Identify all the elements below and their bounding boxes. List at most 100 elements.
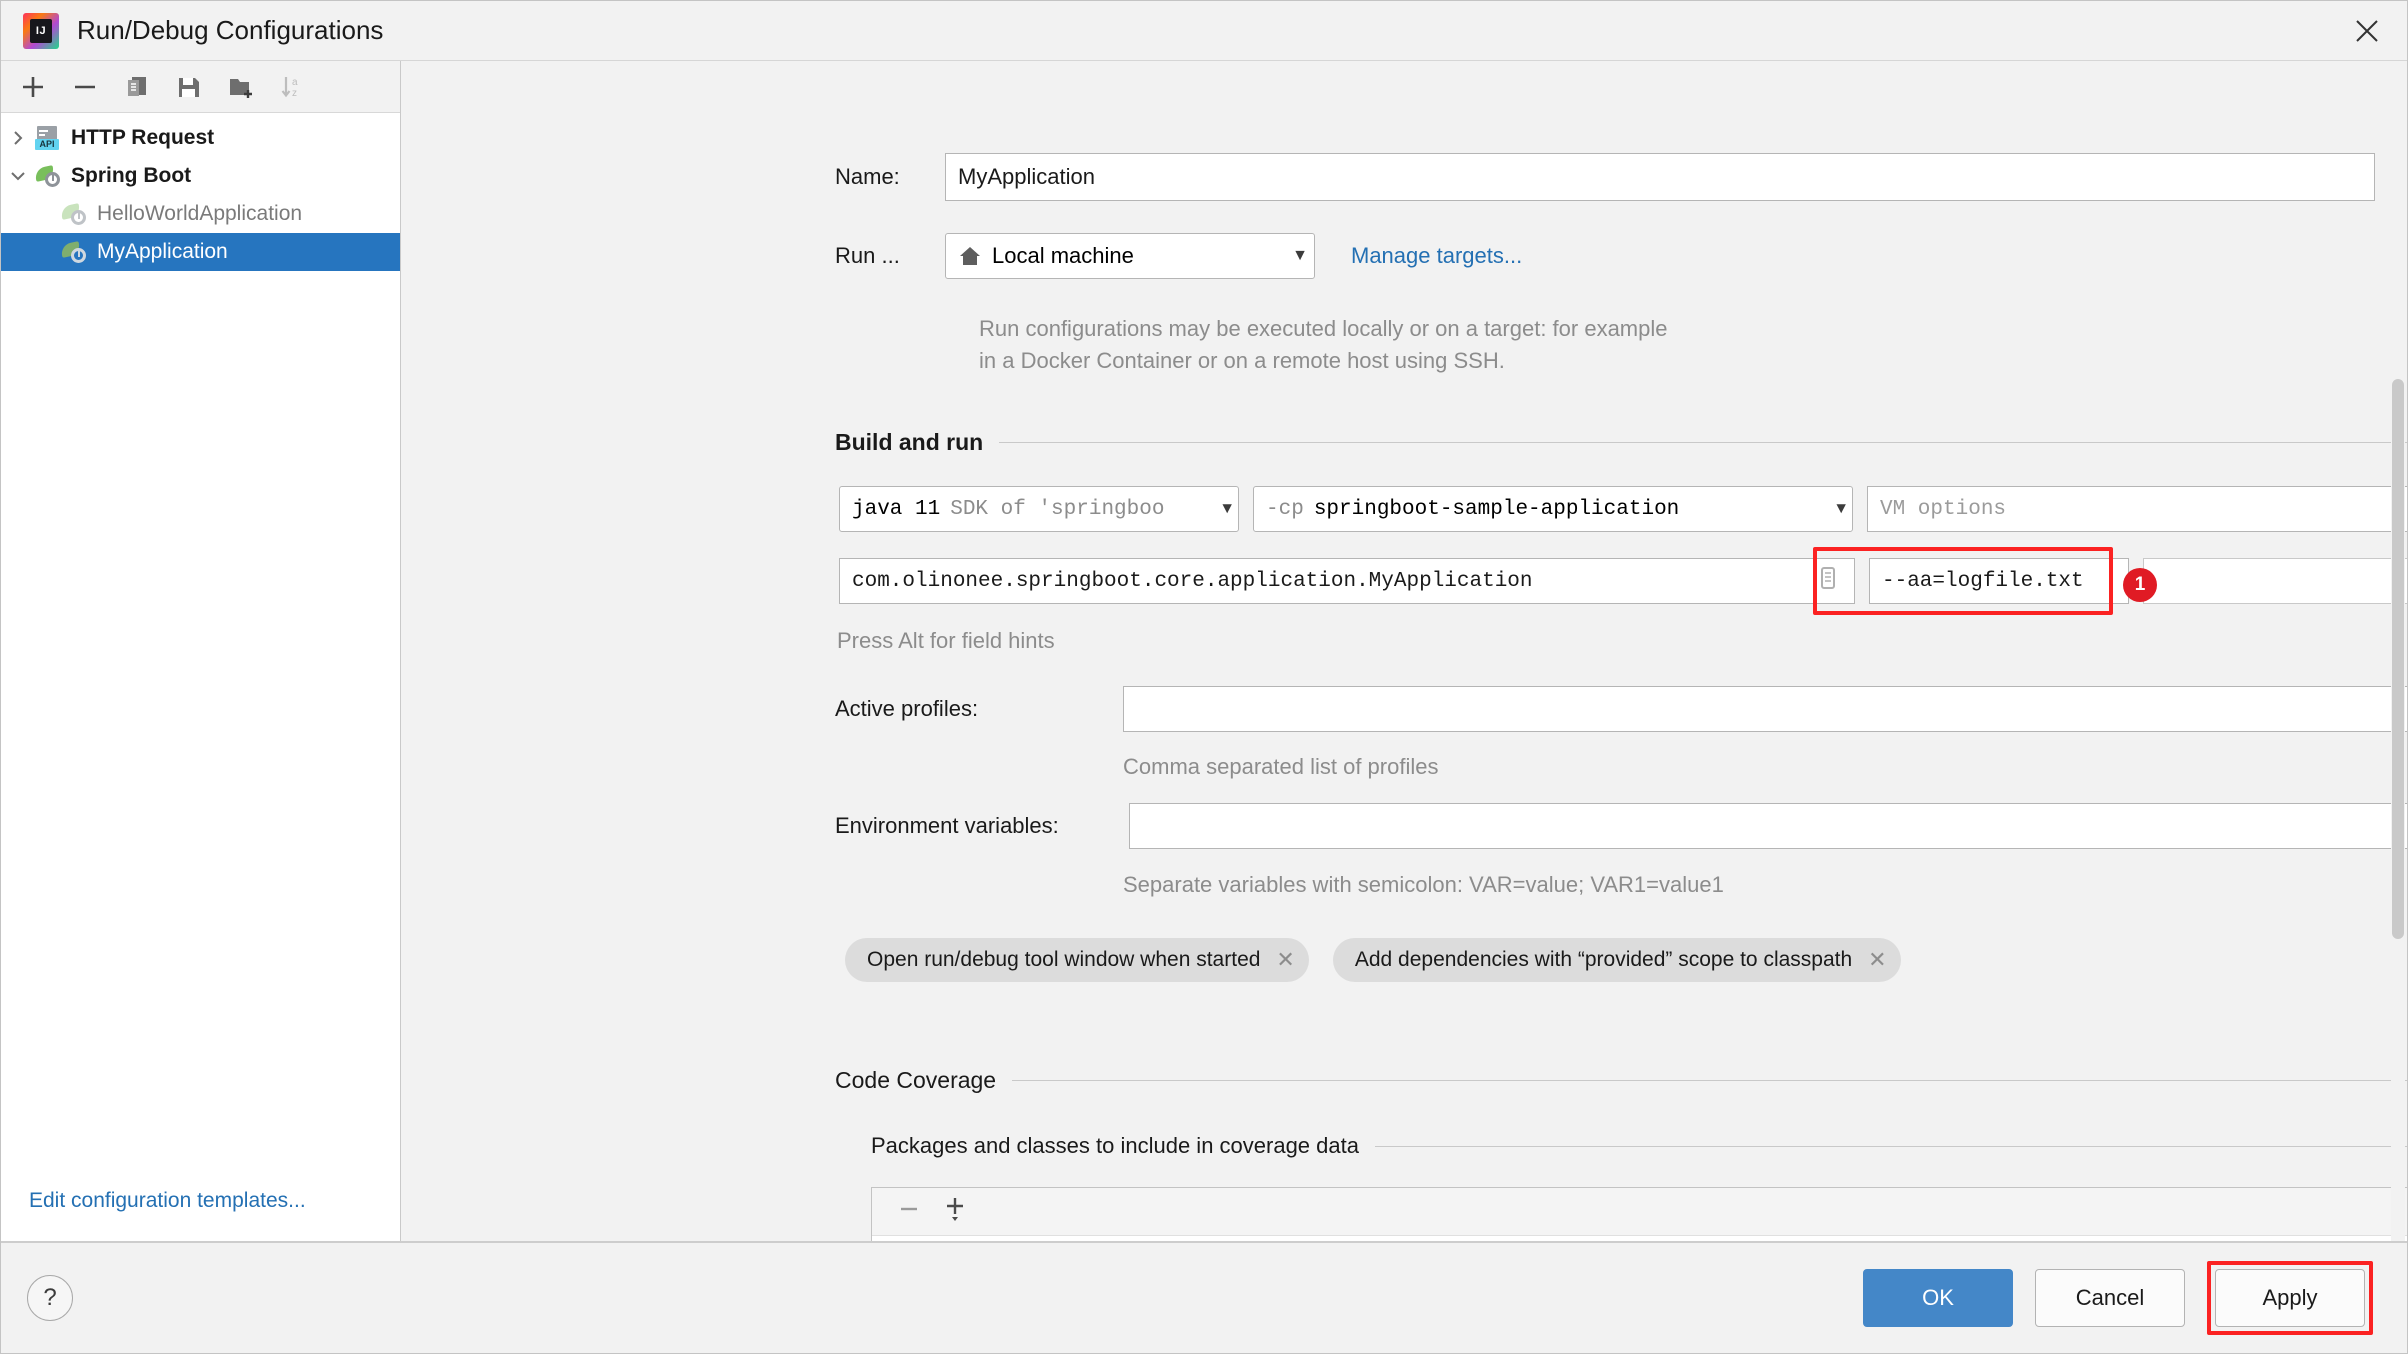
tree-item-label: HTTP Request: [71, 126, 215, 149]
run-debug-configurations-dialog: IJ Run/Debug Configurations a z API HTTP…: [0, 0, 2408, 1354]
remove-package-button[interactable]: [896, 1196, 922, 1227]
dialog-title: Run/Debug Configurations: [77, 15, 384, 45]
save-configuration-button[interactable]: [171, 69, 207, 105]
jdk-secondary-label: SDK of 'springboot': [950, 497, 1165, 521]
close-small-icon[interactable]: ✕: [1868, 947, 1886, 973]
name-row: Name: MyApplication: [835, 153, 2407, 201]
run-label: Run ...: [835, 243, 900, 268]
section-divider: [1374, 1145, 2407, 1147]
jdk-main-label: java 11: [852, 497, 941, 521]
environment-variables-row: Environment variables:: [835, 803, 2407, 849]
section-divider: [1012, 1080, 2407, 1081]
detail-scrollbar[interactable]: [2391, 61, 2405, 1241]
run-target-combo[interactable]: Local machine ▼: [945, 233, 1315, 279]
sort-alphabetically-button[interactable]: a z: [275, 69, 311, 105]
classpath-value: springboot-sample-application: [1313, 497, 1680, 521]
options-chips: Open run/debug tool window when started …: [845, 938, 1901, 982]
detail-scroll-area: Name: MyApplication Store as project fil…: [401, 61, 2407, 1241]
browse-class-icon[interactable]: [1818, 566, 1838, 597]
tree-item-myapplication[interactable]: MyApplication: [1, 233, 400, 271]
edit-configuration-templates-link[interactable]: Edit configuration templates...: [29, 1189, 306, 1212]
tree-item-label: MyApplication: [97, 240, 228, 263]
chip-open-run-debug-tool-window[interactable]: Open run/debug tool window when started …: [845, 938, 1309, 982]
chevron-down-icon[interactable]: ▼: [1282, 248, 1308, 264]
chip-add-provided-scope-dependencies[interactable]: Add dependencies with “provided” scope t…: [1332, 938, 1901, 982]
coverage-subsection-header: Packages and classes to include in cover…: [871, 1133, 2407, 1159]
run-target-hint-line-1: Run configurations may be executed local…: [979, 316, 1668, 341]
configuration-tree: API HTTP Request Spring Boot HelloWorldA…: [1, 113, 400, 1189]
main-class-input[interactable]: com.olinonee.springboot.core.application…: [839, 558, 1855, 604]
spring-icon: [59, 202, 89, 226]
title-bar: IJ Run/Debug Configurations: [1, 1, 2407, 61]
manage-targets-link[interactable]: Manage targets...: [1351, 243, 1522, 269]
sidebar-footer: Edit configuration templates...: [1, 1189, 400, 1241]
add-configuration-button[interactable]: [15, 69, 51, 105]
cancel-button[interactable]: Cancel: [2035, 1269, 2185, 1327]
program-arguments-input[interactable]: --aa=logfile.txt: [1869, 558, 2129, 604]
close-icon[interactable]: [2345, 9, 2389, 53]
run-target-hint: Run configurations may be executed local…: [979, 313, 1668, 377]
tree-item-helloworldapplication[interactable]: HelloWorldApplication: [1, 195, 400, 233]
coverage-subsection-title: Packages and classes to include in cover…: [871, 1133, 1359, 1158]
spring-icon: [33, 164, 63, 188]
copy-configuration-button[interactable]: [119, 69, 155, 105]
close-small-icon[interactable]: ✕: [1276, 947, 1294, 973]
sidebar-toolbar: a z: [1, 61, 400, 113]
vm-options-input[interactable]: VM options: [1867, 486, 2407, 532]
svg-text:z: z: [292, 88, 297, 99]
move-into-folder-button[interactable]: [223, 69, 259, 105]
tree-item-spring-boot[interactable]: Spring Boot: [1, 157, 400, 195]
active-profiles-input[interactable]: [1123, 686, 2407, 732]
configuration-detail-pane: Name: MyApplication Store as project fil…: [401, 61, 2407, 1241]
chip-label: Add dependencies with “provided” scope t…: [1354, 948, 1853, 971]
chevron-down-icon[interactable]: ▼: [1826, 501, 1846, 517]
build-and-run-header: Build and run Modify options ⌄ Alt+M: [835, 429, 2407, 456]
tree-item-label: Spring Boot: [71, 164, 192, 187]
apply-button[interactable]: Apply: [2215, 1269, 2365, 1327]
environment-variables-hint: Separate variables with semicolon: VAR=v…: [1123, 872, 1724, 897]
configurations-sidebar: a z API HTTP Request Spring Boot HelloWo…: [1, 61, 401, 1241]
logo-text: IJ: [35, 24, 47, 37]
help-button[interactable]: ?: [27, 1275, 73, 1321]
jdk-combo[interactable]: java 11 SDK of 'springboot' ▼: [839, 486, 1239, 532]
chevron-down-icon[interactable]: ▼: [1212, 501, 1232, 517]
active-profiles-hint: Comma separated list of profiles: [1123, 754, 1439, 779]
field-hint-text: Press Alt for field hints: [837, 628, 1055, 653]
classpath-combo[interactable]: -cp springboot-sample-application ▼: [1253, 486, 1853, 532]
chip-label: Open run/debug tool window when started: [867, 948, 1261, 971]
apply-button-wrapper: Apply: [2207, 1261, 2373, 1335]
coverage-package-list: com.olinonee.springboot.core.application…: [871, 1187, 2407, 1241]
dialog-footer: ? OK Cancel Apply: [1, 1241, 2407, 1353]
coverage-list-toolbar: [872, 1188, 2407, 1236]
build-and-run-title: Build and run: [835, 429, 984, 455]
run-target-value: Local machine: [992, 243, 1134, 268]
dialog-body: a z API HTTP Request Spring Boot HelloWo…: [1, 61, 2407, 1241]
run-target-row: Run ... Local machine ▼ Manage targets..…: [835, 233, 1522, 279]
ok-button[interactable]: OK: [1863, 1269, 2013, 1327]
remove-configuration-button[interactable]: [67, 69, 103, 105]
main-class-value: com.olinonee.springboot.core.application…: [852, 569, 1533, 593]
home-icon: [958, 244, 982, 268]
scrollbar-thumb[interactable]: [2392, 379, 2404, 939]
callout-badge-1: 1: [2123, 568, 2157, 602]
tree-item-label: HelloWorldApplication: [97, 202, 303, 225]
run-target-hint-line-2: in a Docker Container or on a remote hos…: [979, 348, 1505, 373]
code-coverage-header: Code Coverage Modify ⌄: [835, 1067, 2407, 1094]
chevron-right-icon[interactable]: [1, 130, 35, 146]
environment-variables-input[interactable]: [1129, 803, 2407, 849]
name-input[interactable]: MyApplication: [945, 153, 2375, 201]
name-label: Name:: [835, 164, 900, 189]
program-arguments-value: --aa=logfile.txt: [1882, 569, 2084, 593]
environment-variables-label: Environment variables:: [835, 813, 1059, 838]
tree-item-http-request[interactable]: API HTTP Request: [1, 119, 400, 157]
section-divider: [999, 442, 2407, 443]
build-config-row: java 11 SDK of 'springboot' ▼ -cp spring…: [839, 486, 2407, 532]
program-arguments-extension[interactable]: [2143, 558, 2407, 604]
chevron-down-icon[interactable]: [1, 168, 35, 184]
vm-options-placeholder: VM options: [1880, 497, 2007, 521]
active-profiles-row: Active profiles:: [835, 686, 2407, 732]
add-package-button[interactable]: [942, 1194, 968, 1229]
api-icon: API: [35, 126, 63, 150]
active-profiles-label: Active profiles:: [835, 696, 979, 721]
svg-text:a: a: [292, 77, 298, 88]
